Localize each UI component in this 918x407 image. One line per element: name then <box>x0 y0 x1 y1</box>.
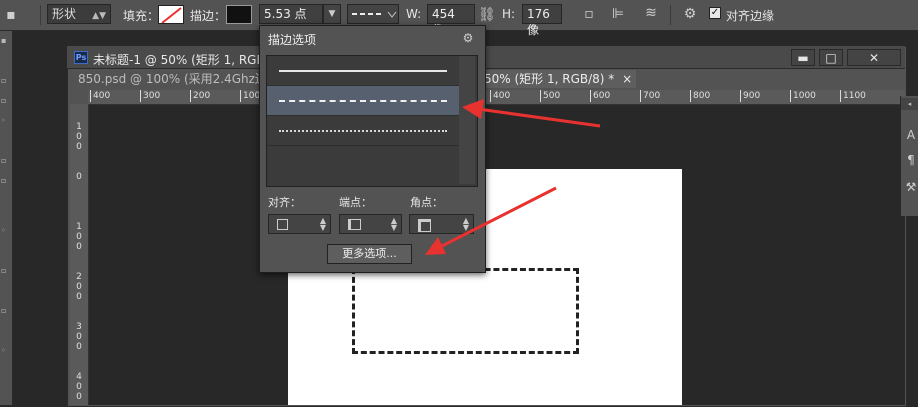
close-icon[interactable]: × <box>622 72 632 86</box>
ruler-tick-label: 400 <box>90 90 110 102</box>
line-list-scrollbar[interactable] <box>459 56 475 184</box>
close-icon: ✕ <box>868 51 880 65</box>
line-style-dashed[interactable] <box>267 86 459 116</box>
maximize-button[interactable]: □ <box>819 49 843 66</box>
checkmark-icon: ✓ <box>710 7 720 18</box>
gear-icon[interactable]: ⚙ <box>682 7 698 21</box>
stroke-width-dropdown[interactable]: ▼ <box>323 4 341 24</box>
tool-icon[interactable]: ◦ <box>1 346 10 355</box>
stroke-width-input[interactable]: 5.53 点 <box>259 4 323 24</box>
ruler-tick-label: 400 <box>76 372 82 402</box>
align-select[interactable]: ▲ ▼ <box>268 214 331 234</box>
divider <box>670 5 671 25</box>
tool-icon[interactable]: ◦ <box>1 226 10 235</box>
stroke-corner-icon <box>418 219 431 232</box>
ruler-tick-label: 100 <box>76 122 82 152</box>
tool-icon[interactable]: ▪ <box>1 36 10 45</box>
more-options-button[interactable]: 更多选项... <box>327 244 412 264</box>
rectangle-shape[interactable] <box>352 268 579 354</box>
tab-active-label: 50% (矩形 1, RGB/8) * <box>484 72 615 86</box>
close-window-button[interactable]: ✕ <box>847 49 901 66</box>
height-value: 176 像 <box>527 7 550 37</box>
fill-swatch[interactable] <box>158 5 184 24</box>
align-label: 对齐： <box>268 196 301 209</box>
tool-icon[interactable]: ▫ <box>1 96 10 105</box>
mode-select[interactable]: 形状 ▲▼ <box>47 4 111 24</box>
minimize-button[interactable]: ▬ <box>791 49 815 66</box>
fill-label: 填充： <box>123 9 160 23</box>
chevron-down-icon: ▲▼ <box>92 11 106 21</box>
tab-document-850[interactable]: 850.psd @ 100% (采用2.4Ghz连 <box>78 70 267 88</box>
ruler-tick-label: 1100 <box>840 90 866 102</box>
tool-presets-icon[interactable]: ⚒ <box>905 180 917 194</box>
panel-collapse-icon[interactable]: ◂ <box>901 98 918 110</box>
stroke-swatch[interactable] <box>226 5 252 24</box>
tab-document-active[interactable]: 50% (矩形 1, RGB/8) * × <box>480 70 637 88</box>
tool-icon[interactable]: ▫ <box>1 156 10 165</box>
dashed-line-icon <box>279 100 447 102</box>
height-label: H: <box>502 7 516 21</box>
stroke-type-select[interactable] <box>347 4 399 24</box>
width-label: W: <box>406 7 422 21</box>
ruler-tick-label: 200 <box>190 90 210 102</box>
ruler-tick-label: 500 <box>540 90 560 102</box>
stroke-align-icon <box>277 219 288 230</box>
path-operations-icon[interactable]: ▫ <box>582 7 596 21</box>
chevron-updown-icon: ▲ ▼ <box>462 216 469 232</box>
ruler-tick-label: 0 <box>76 172 82 182</box>
paragraph-icon[interactable]: ¶ <box>905 153 917 167</box>
ruler-tick-label: 900 <box>740 90 760 102</box>
chevron-updown-icon: ▲ ▼ <box>390 216 397 232</box>
tool-icon[interactable]: ▫ <box>1 176 10 185</box>
tool-icon[interactable]: ▫ <box>1 266 10 275</box>
tool-preset-icon[interactable]: ▪ <box>4 8 18 22</box>
ruler-tick-label: 800 <box>690 90 710 102</box>
ruler-tick-label: 100 <box>240 90 260 102</box>
ruler-tick-label: 700 <box>640 90 660 102</box>
ruler-tick-label: 600 <box>590 90 610 102</box>
link-icon[interactable]: ⛓ <box>478 8 496 22</box>
divider <box>40 5 41 25</box>
tool-icon[interactable]: ◦ <box>1 116 10 125</box>
height-input[interactable]: 176 像 <box>522 4 562 37</box>
align-edges-checkbox[interactable]: ✓ <box>709 7 721 19</box>
caps-label: 端点： <box>339 196 372 209</box>
tool-icon[interactable]: ▫ <box>1 306 10 315</box>
panel-title: 描边选项 <box>268 33 317 47</box>
corners-label: 角点： <box>410 196 443 209</box>
ruler-tick-label: 300 <box>76 322 82 352</box>
dashed-line-icon <box>352 11 397 18</box>
solid-line-icon <box>279 70 447 72</box>
horizontal-ruler: 4003002001000100200300400500600700800900… <box>88 90 905 105</box>
line-style-solid[interactable] <box>267 56 459 86</box>
align-edges-label: 对齐边缘 <box>726 9 775 23</box>
character-icon[interactable]: A <box>905 128 917 142</box>
path-arrangement-icon[interactable]: ≋ <box>643 6 659 20</box>
chevron-down-icon: ▼ <box>328 9 336 19</box>
stroke-label: 描边： <box>190 9 227 23</box>
width-input[interactable]: 454 像 <box>427 4 475 37</box>
tool-icon[interactable]: ▫ <box>1 76 10 85</box>
document-title: 未标题-1 @ 50% (矩形 1, RGB/ <box>93 53 269 67</box>
no-fill-icon <box>161 7 182 23</box>
chevron-updown-icon: ▲ ▼ <box>319 216 326 232</box>
line-style-dotted[interactable] <box>267 116 459 146</box>
ps-badge-text: Ps <box>75 53 87 62</box>
mode-value: 形状 <box>52 7 77 21</box>
stroke-width-value: 5.53 点 <box>264 7 307 21</box>
caps-select[interactable]: ▲ ▼ <box>339 214 402 234</box>
gear-icon[interactable]: ⚙ <box>461 31 475 45</box>
photoshop-app-icon: Ps <box>74 51 88 64</box>
stroke-cap-icon <box>348 219 361 230</box>
path-alignment-icon[interactable]: ⊫ <box>611 7 625 21</box>
corners-select[interactable]: ▲ ▼ <box>409 214 474 234</box>
ruler-tick-label: 300 <box>140 90 160 102</box>
ruler-tick-label: 200 <box>76 272 82 302</box>
maximize-icon: □ <box>825 51 837 65</box>
dotted-line-icon <box>279 130 447 132</box>
ruler-tick-label: 1000 <box>790 90 816 102</box>
minimize-icon: ▬ <box>797 51 809 65</box>
ruler-tick-label: 400 <box>490 90 510 102</box>
ruler-tick-label: 100 <box>76 222 82 252</box>
